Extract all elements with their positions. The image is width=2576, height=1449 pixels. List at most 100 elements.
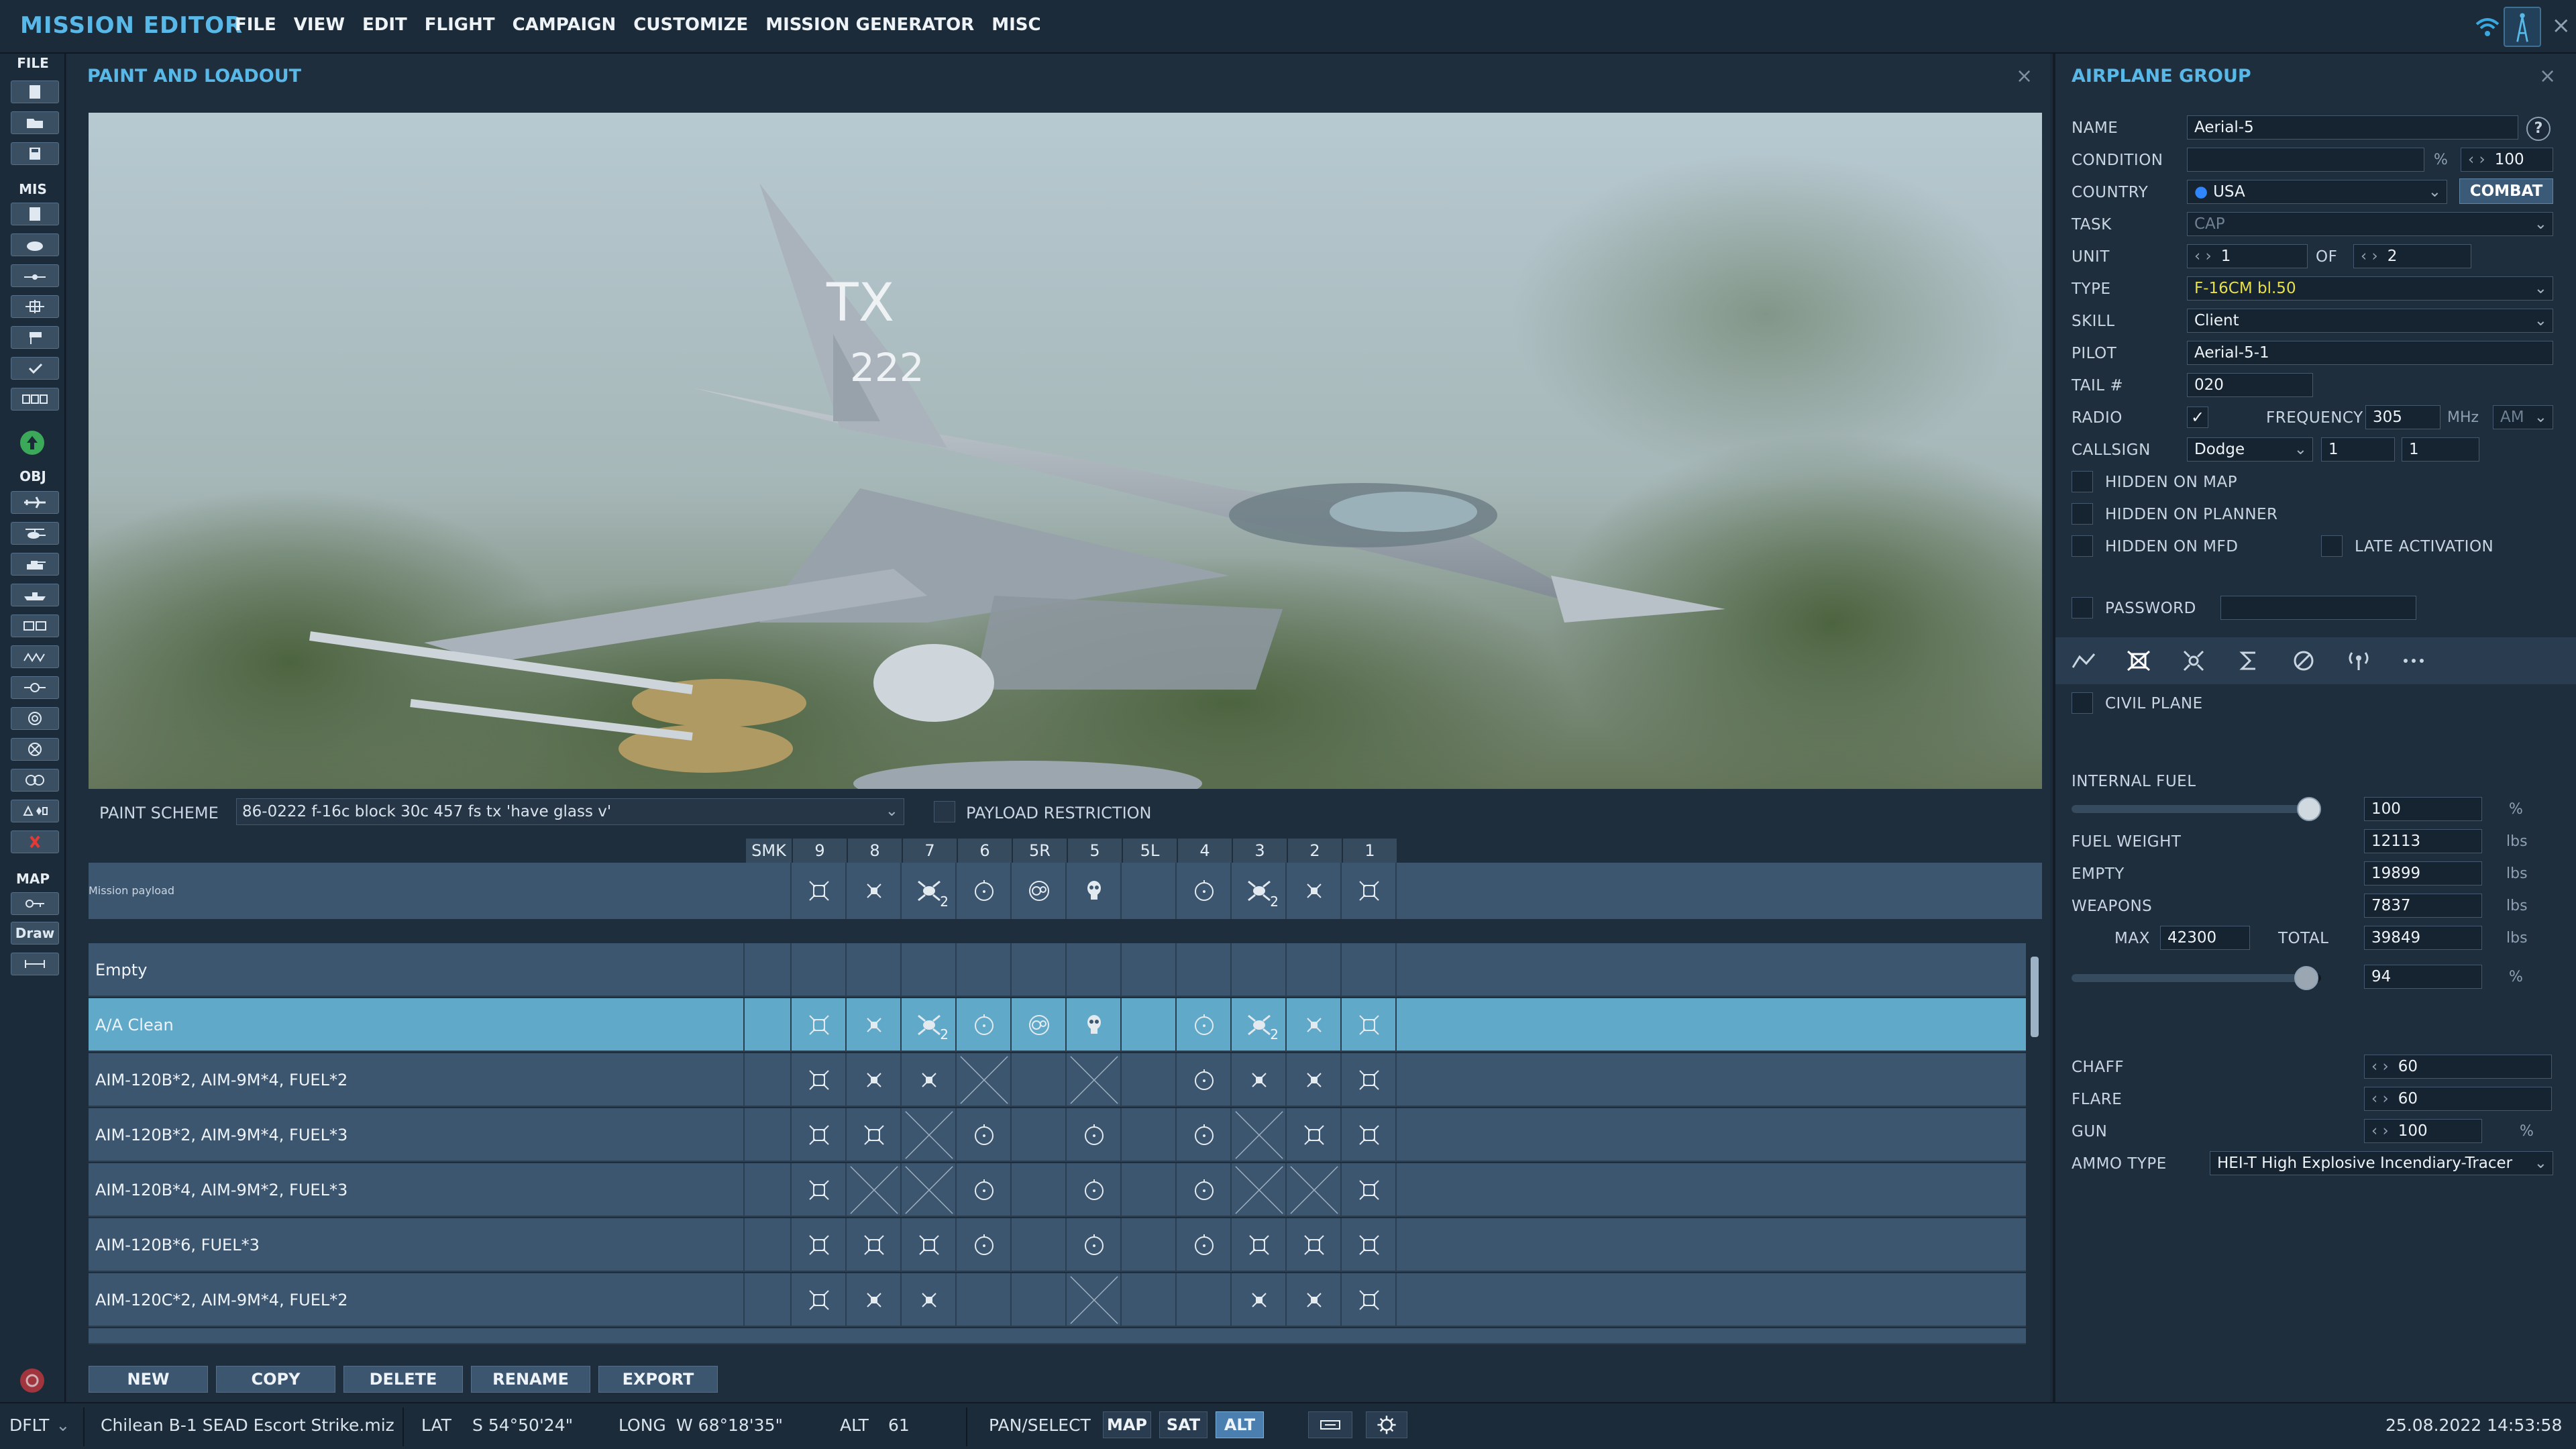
loadout-row-cell-5[interactable]: [1068, 998, 1122, 1052]
paint-scheme-select[interactable]: 86-0222 f-16c block 30c 457 fs tx 'have …: [236, 798, 904, 825]
loadout-row-cell-5r[interactable]: [1013, 1273, 1067, 1327]
loadout-row-cell-7[interactable]: [903, 1053, 957, 1107]
loadout-row-cell-7[interactable]: [903, 1273, 957, 1327]
loadout-row-cell-7[interactable]: [903, 1163, 957, 1217]
loadout-row-cell-5[interactable]: [1068, 1163, 1122, 1217]
name-input[interactable]: Aerial-5: [2187, 115, 2518, 140]
loadout-row-cell-6[interactable]: [958, 998, 1012, 1052]
loadout-row-cell-6[interactable]: [958, 1218, 1012, 1272]
menu-mission-generator[interactable]: MISSION GENERATOR: [765, 15, 974, 35]
export-loadout-button[interactable]: EXPORT: [598, 1366, 718, 1393]
profile-select[interactable]: DFLT ⌄: [9, 1415, 70, 1435]
delete-loadout-button[interactable]: DELETE: [343, 1366, 463, 1393]
loadout-row-cell-8[interactable]: [848, 998, 902, 1052]
loadout-row[interactable]: Empty: [89, 943, 2026, 997]
late-activation-checkbox[interactable]: [2321, 535, 2343, 557]
mission-payload-row[interactable]: Mission payload 22: [89, 863, 2042, 919]
civil-plane-checkbox[interactable]: [2072, 692, 2093, 714]
loadout-scrollbar[interactable]: [2027, 943, 2042, 1355]
wifi-icon[interactable]: [2474, 13, 2501, 40]
add-template-button[interactable]: [11, 645, 59, 668]
mission-payload-cell-3[interactable]: 2: [1233, 863, 1287, 919]
mission-payload-cell-5r[interactable]: [1013, 863, 1067, 919]
loadout-row-cell-smk[interactable]: [746, 1053, 792, 1107]
menu-misc[interactable]: MISC: [991, 15, 1040, 35]
loadout-row-cell-2[interactable]: [1288, 1218, 1342, 1272]
condition-stepper[interactable]: ‹ › 100: [2461, 148, 2553, 172]
map-view-button[interactable]: MAP: [1103, 1411, 1151, 1438]
loadout-row-cell-3[interactable]: [1233, 1218, 1287, 1272]
mission-payload-cell-smk[interactable]: [746, 863, 792, 919]
loadout-row-cell-8[interactable]: [848, 943, 902, 997]
new-file-button[interactable]: [11, 80, 59, 103]
loadout-row-cell-5l[interactable]: [1123, 1218, 1177, 1272]
loadout-row-cell-3[interactable]: 2: [1233, 998, 1287, 1052]
loadout-row-cell-7[interactable]: 2: [903, 998, 957, 1052]
loadout-row-cell-4[interactable]: [1178, 1163, 1232, 1217]
loadout-row-cell-5[interactable]: [1068, 1053, 1122, 1107]
save-file-button[interactable]: [11, 142, 59, 165]
internal-fuel-input[interactable]: 100: [2364, 797, 2482, 821]
failures-tab-icon[interactable]: [2290, 649, 2317, 673]
loadout-row-cell-1[interactable]: [1343, 943, 1397, 997]
loadout-row-cell-4[interactable]: [1178, 1273, 1232, 1327]
loadout-row-cell-1[interactable]: [1343, 1163, 1397, 1217]
loadout-row-cell-7[interactable]: [903, 1108, 957, 1162]
loadout-row-cell-5[interactable]: [1068, 1108, 1122, 1162]
mission-payload-cell-9[interactable]: [793, 863, 847, 919]
unit-stepper[interactable]: ‹ › 1: [2187, 244, 2308, 268]
gun-stepper[interactable]: ‹ › 100: [2364, 1119, 2482, 1143]
frequency-input[interactable]: 305: [2365, 405, 2440, 429]
open-file-button[interactable]: [11, 111, 59, 134]
route-tab-icon[interactable]: [2070, 649, 2097, 673]
loadout-row-cell-9[interactable]: [793, 998, 847, 1052]
loadout-row-cell-9[interactable]: [793, 1108, 847, 1162]
loadout-row-cell-3[interactable]: [1233, 1108, 1287, 1162]
mission-payload-cell-5[interactable]: [1068, 863, 1122, 919]
record-button[interactable]: [20, 1368, 44, 1393]
loadout-row-cell-smk[interactable]: [746, 998, 792, 1052]
map-key-button[interactable]: [11, 892, 59, 915]
loadout-row-cell-5r[interactable]: [1013, 1053, 1067, 1107]
loadout-row-cell-3[interactable]: [1233, 1163, 1287, 1217]
condition-input[interactable]: [2187, 148, 2424, 172]
password-input[interactable]: [2220, 596, 2416, 620]
mission-payload-cell-4[interactable]: [1178, 863, 1232, 919]
loadout-row-cell-5[interactable]: [1068, 943, 1122, 997]
loadout-row[interactable]: AIM-120B*6, FUEL*3: [89, 1218, 2026, 1272]
aircraft-preview[interactable]: TX 222: [89, 113, 2042, 789]
task-select[interactable]: CAP ⌄: [2187, 212, 2553, 236]
of-stepper[interactable]: ‹ › 2: [2353, 244, 2471, 268]
add-static-button[interactable]: [11, 614, 59, 637]
radio-tower-button[interactable]: [2504, 7, 2541, 47]
loadout-row-cell-5r[interactable]: [1013, 1108, 1067, 1162]
loadout-row[interactable]: AIM-120B*4, AIM-9M*2, FUEL*3: [89, 1163, 2026, 1217]
loadout-row-cell-5l[interactable]: [1123, 1108, 1177, 1162]
flight-route-button[interactable]: [11, 264, 59, 287]
green-arrow-button[interactable]: [20, 431, 44, 455]
more-options-icon[interactable]: [2400, 649, 2427, 673]
chaff-stepper[interactable]: ‹ › 60: [2364, 1055, 2552, 1079]
loadout-row-cell-2[interactable]: [1288, 998, 1342, 1052]
loadout-row-cell-8[interactable]: [848, 1218, 902, 1272]
loadout-row-cell-7[interactable]: [903, 943, 957, 997]
menu-campaign[interactable]: CAMPAIGN: [513, 15, 616, 35]
loadout-row-cell-5r[interactable]: [1013, 998, 1067, 1052]
alt-view-button[interactable]: ALT: [1216, 1411, 1264, 1438]
map-settings-button[interactable]: [1366, 1411, 1407, 1438]
add-ground-unit-button[interactable]: [11, 553, 59, 576]
mission-payload-cell-8[interactable]: [848, 863, 902, 919]
loadout-row-cell-6[interactable]: [958, 1108, 1012, 1162]
mission-payload-cell-7[interactable]: 2: [903, 863, 957, 919]
loadout-row-cell-smk[interactable]: [746, 1163, 792, 1217]
sat-view-button[interactable]: SAT: [1159, 1411, 1208, 1438]
loadout-row-cell-3[interactable]: [1233, 1273, 1287, 1327]
loadout-row-cell-5l[interactable]: [1123, 998, 1177, 1052]
menu-edit[interactable]: EDIT: [362, 15, 407, 35]
loadout-row-cell-smk[interactable]: [746, 1218, 792, 1272]
hidden-on-planner-checkbox[interactable]: [2072, 503, 2093, 525]
loadout-row-cell-5[interactable]: [1068, 1218, 1122, 1272]
menu-file[interactable]: FILE: [235, 15, 276, 35]
loadout-row-cell-5l[interactable]: [1123, 1163, 1177, 1217]
loadout-row-cell-4[interactable]: [1178, 1218, 1232, 1272]
